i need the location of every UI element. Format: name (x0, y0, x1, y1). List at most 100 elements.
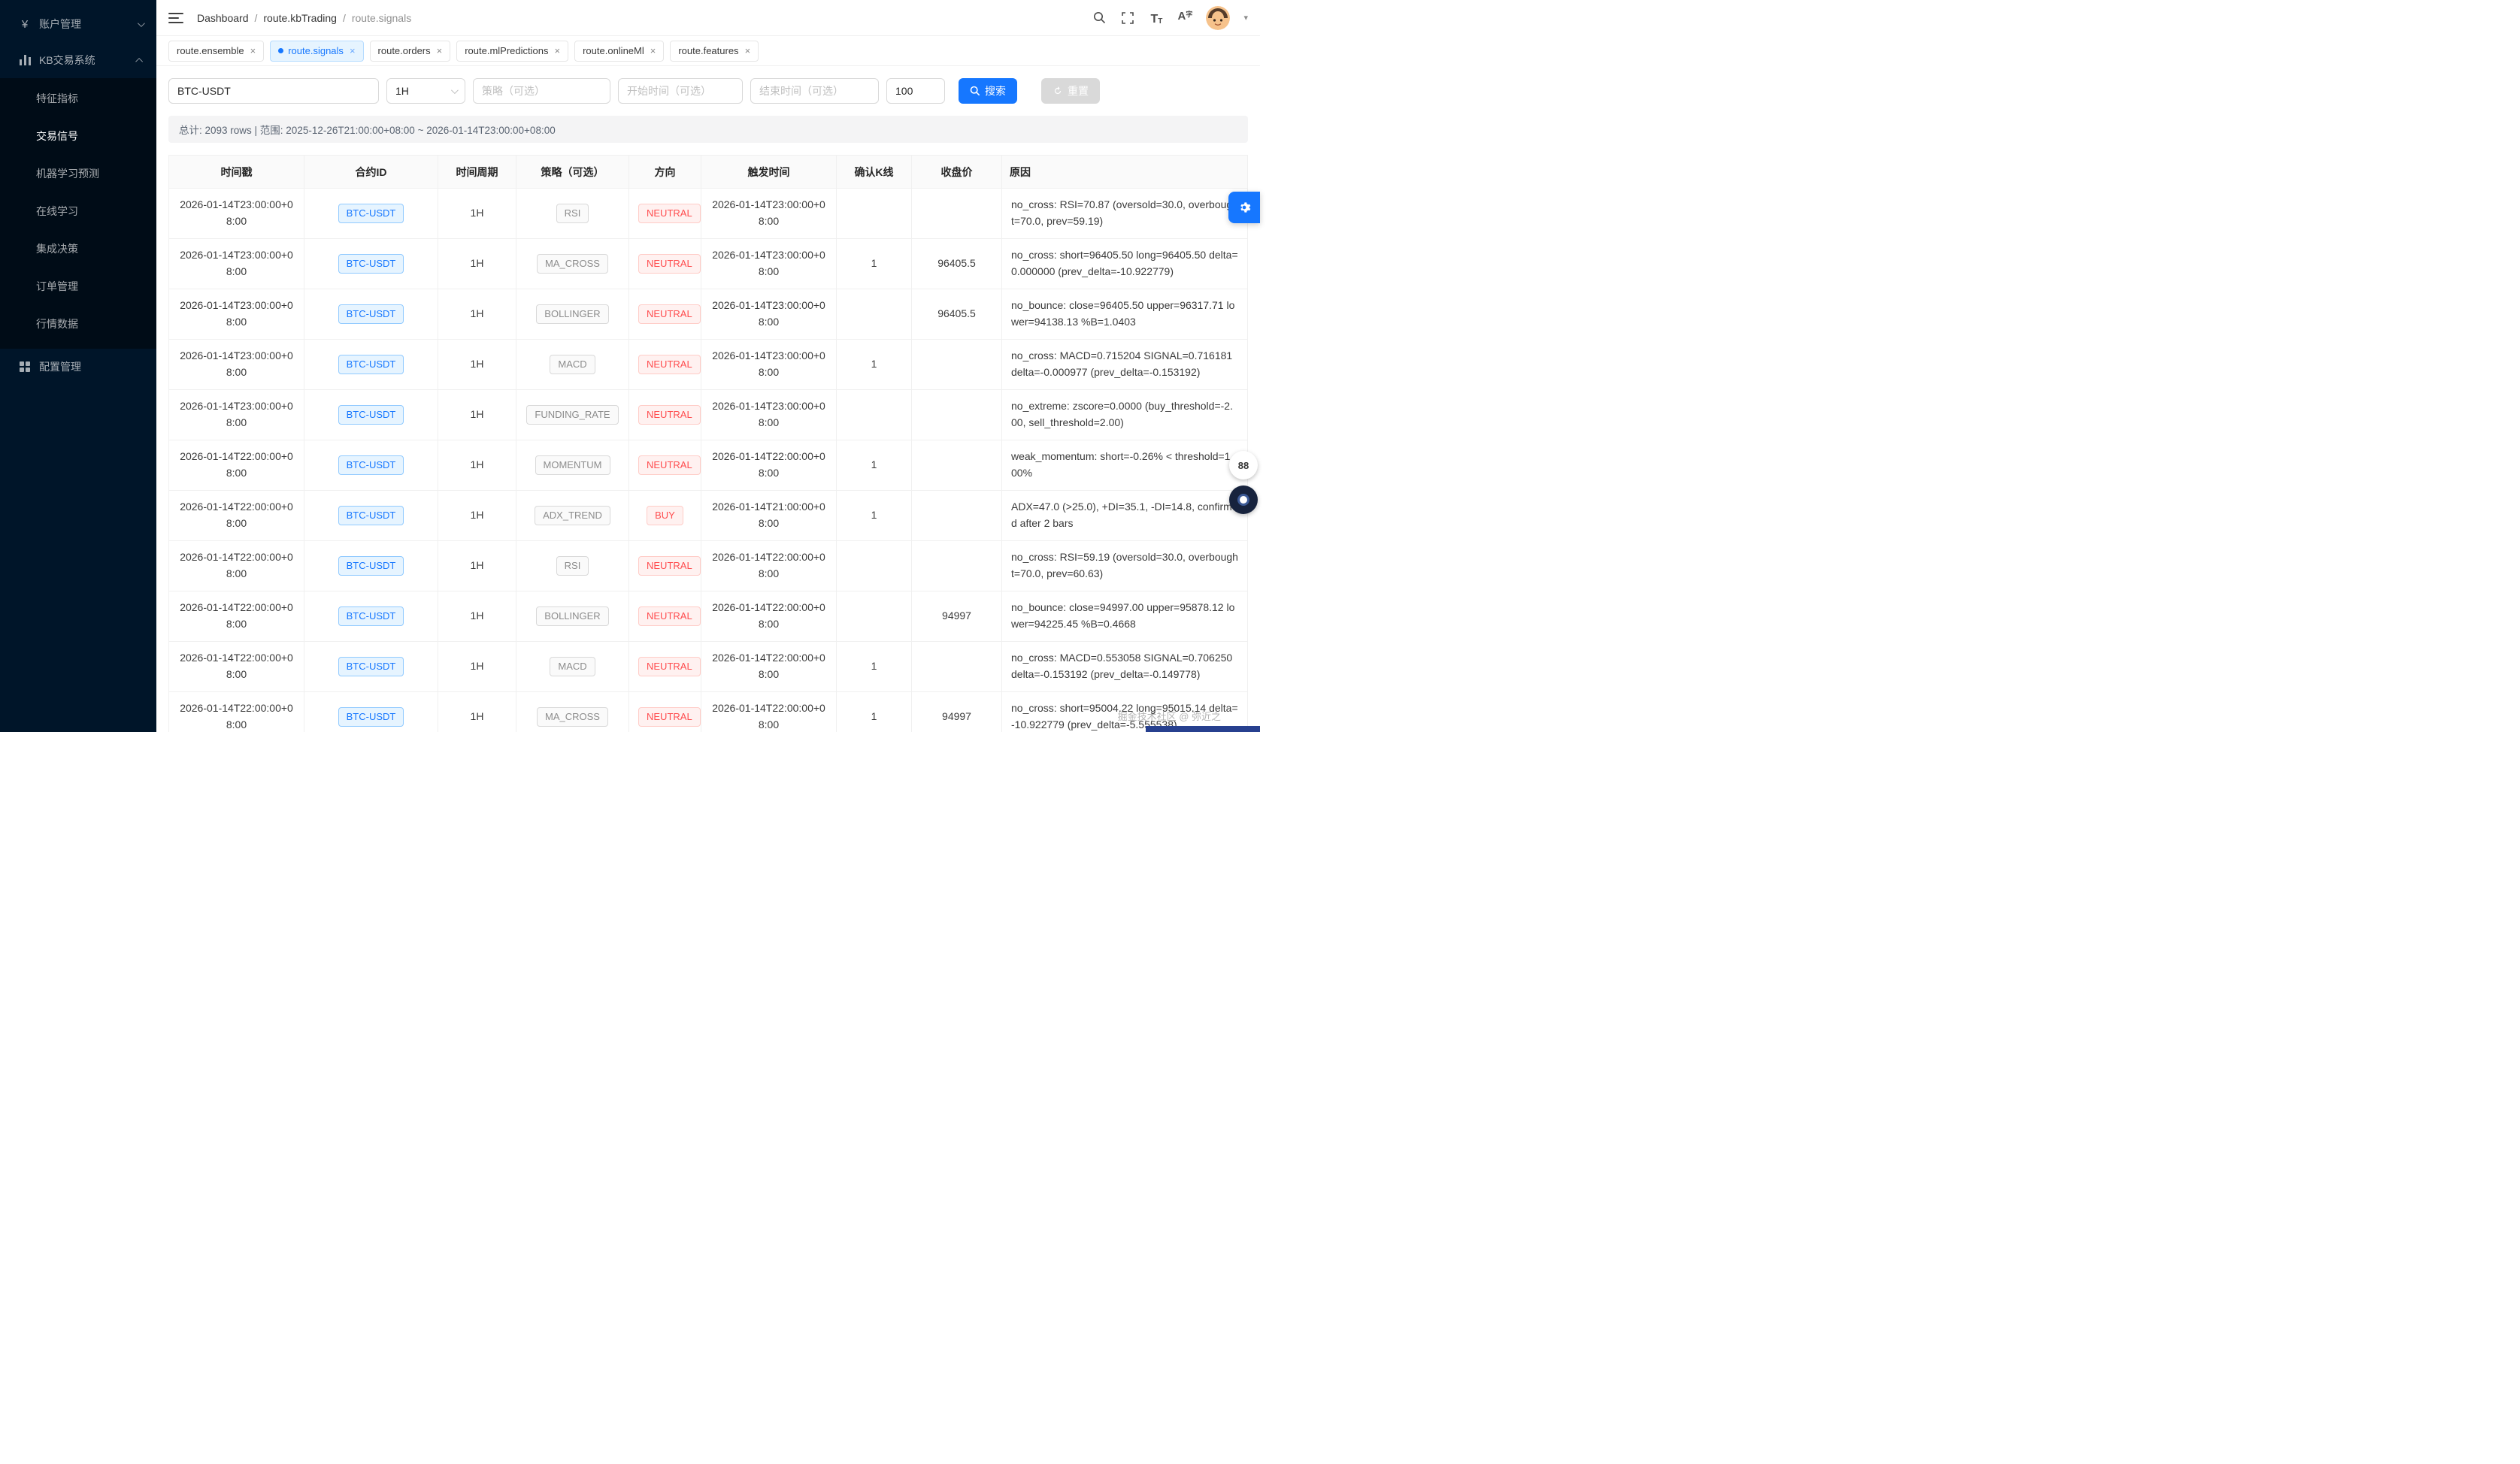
tab-close-icon[interactable]: × (437, 45, 443, 56)
font-size-icon[interactable]: TT (1149, 11, 1164, 26)
sidebar-item[interactable]: 行情数据 (0, 305, 156, 343)
cell-strategy: RSI (516, 541, 629, 591)
sidebar-item[interactable]: 订单管理 (0, 268, 156, 305)
cell-strategy: FUNDING_RATE (516, 390, 629, 440)
breadcrumb-dashboard[interactable]: Dashboard (197, 12, 249, 24)
menu-fold-icon[interactable] (168, 11, 183, 25)
tab-close-icon[interactable]: × (555, 45, 561, 56)
cell-period: 1H (438, 289, 516, 340)
sidebar-item[interactable]: 交易信号 (0, 117, 156, 155)
column-header: 时间戳 (169, 156, 304, 189)
cell-reason: no_extreme: zscore=0.0000 (buy_threshold… (1002, 390, 1248, 440)
cell-timestamp: 2026-01-14T23:00:00+08:00 (169, 289, 304, 340)
table-body: 2026-01-14T23:00:00+08:00 BTC-USDT 1H RSI NE… (169, 189, 1248, 733)
cell-close (912, 390, 1002, 440)
strategy-tag: MA_CROSS (537, 707, 608, 727)
cell-direction: NEUTRAL (629, 541, 701, 591)
tab-route.mlPredictions[interactable]: route.mlPredictions× (456, 41, 568, 62)
cell-timestamp: 2026-01-14T22:00:00+08:00 (169, 642, 304, 692)
tab-route.ensemble[interactable]: route.ensemble× (168, 41, 264, 62)
tab-route.onlineMl[interactable]: route.onlineMl× (574, 41, 664, 62)
strategy-tag: RSI (556, 556, 589, 576)
cell-contract: BTC-USDT (304, 591, 438, 642)
direction-tag: NEUTRAL (638, 304, 701, 325)
tab-route.orders[interactable]: route.orders× (370, 41, 451, 62)
tab-close-icon[interactable]: × (650, 45, 656, 56)
contract-tag[interactable]: BTC-USDT (338, 355, 404, 375)
strategy-tag: BOLLINGER (536, 606, 608, 627)
table-row: 2026-01-14T22:00:00+08:00BTC-USDT1HMACDN… (169, 642, 1248, 692)
tab-close-icon[interactable]: × (350, 45, 356, 56)
cell-trigger-time: 2026-01-14T22:00:00+08:00 (701, 440, 837, 491)
tab-close-icon[interactable]: × (250, 45, 256, 56)
breadcrumb-kbtrading[interactable]: route.kbTrading (263, 12, 337, 24)
contract-tag[interactable]: BTC-USDT (338, 455, 404, 476)
settings-drawer-button[interactable] (1228, 192, 1260, 223)
sidebar-item[interactable]: 集成决策 (0, 230, 156, 268)
cell-period: 1H (438, 491, 516, 541)
cell-direction: NEUTRAL (629, 440, 701, 491)
contract-tag[interactable]: BTC-USDT (338, 304, 404, 325)
direction-tag: NEUTRAL (638, 606, 701, 627)
strategy-input[interactable] (473, 78, 610, 104)
end-time-input[interactable] (750, 78, 879, 104)
column-header: 方向 (629, 156, 701, 189)
sidebar-item[interactable]: 特征指标 (0, 80, 156, 117)
cell-confirm (837, 390, 912, 440)
direction-tag: NEUTRAL (638, 707, 701, 727)
strategy-tag: MOMENTUM (535, 455, 610, 476)
contract-tag[interactable]: BTC-USDT (338, 405, 404, 425)
fullscreen-icon[interactable] (1120, 11, 1135, 26)
contract-tag[interactable]: BTC-USDT (338, 556, 404, 576)
contract-tag[interactable]: BTC-USDT (338, 657, 404, 677)
interval-value: 1H (395, 85, 409, 97)
search-button[interactable]: 搜索 (959, 78, 1017, 104)
strategy-tag: RSI (556, 204, 589, 224)
cell-trigger-time: 2026-01-14T23:00:00+08:00 (701, 239, 837, 289)
cell-confirm (837, 289, 912, 340)
strategy-tag: ADX_TREND (535, 506, 610, 526)
tab-close-icon[interactable]: × (745, 45, 751, 56)
sidebar-item-config[interactable]: 配置管理 (0, 349, 156, 385)
contract-tag[interactable]: BTC-USDT (338, 606, 404, 627)
translate-icon[interactable]: A字 (1177, 11, 1192, 26)
column-header: 收盘价 (912, 156, 1002, 189)
sidebar-group-kb-trading[interactable]: KB交易系统 (0, 42, 156, 78)
cell-timestamp: 2026-01-14T23:00:00+08:00 (169, 340, 304, 390)
sidebar-item[interactable]: 机器学习预测 (0, 155, 156, 192)
cell-trigger-time: 2026-01-14T22:00:00+08:00 (701, 692, 837, 733)
interval-select[interactable]: 1H (386, 78, 465, 104)
tab-route.features[interactable]: route.features× (670, 41, 759, 62)
direction-tag: NEUTRAL (638, 556, 701, 576)
contract-tag[interactable]: BTC-USDT (338, 204, 404, 224)
user-avatar[interactable] (1206, 6, 1230, 30)
sidebar-item-account[interactable]: ¥ 账户管理 (0, 6, 156, 42)
cell-trigger-time: 2026-01-14T22:00:00+08:00 (701, 591, 837, 642)
cell-confirm: 1 (837, 692, 912, 733)
search-icon[interactable] (1092, 11, 1107, 26)
cell-timestamp: 2026-01-14T22:00:00+08:00 (169, 692, 304, 733)
contract-tag[interactable]: BTC-USDT (338, 254, 404, 274)
sidebar-item[interactable]: 在线学习 (0, 192, 156, 230)
cell-timestamp: 2026-01-14T23:00:00+08:00 (169, 390, 304, 440)
contract-tag[interactable]: BTC-USDT (338, 506, 404, 526)
cell-trigger-time: 2026-01-14T22:00:00+08:00 (701, 541, 837, 591)
start-time-input[interactable] (618, 78, 743, 104)
breadcrumb-separator: / (343, 12, 346, 24)
symbol-input[interactable] (168, 78, 379, 104)
caret-down-icon[interactable]: ▾ (1243, 13, 1248, 23)
cell-contract: BTC-USDT (304, 541, 438, 591)
column-header: 确认K线 (837, 156, 912, 189)
limit-input[interactable] (886, 78, 945, 104)
contract-tag[interactable]: BTC-USDT (338, 707, 404, 727)
search-icon (970, 86, 980, 96)
cell-direction: BUY (629, 491, 701, 541)
float-widget-logo[interactable] (1229, 485, 1258, 514)
cell-close: 96405.5 (912, 289, 1002, 340)
cell-close (912, 440, 1002, 491)
tab-route.signals[interactable]: route.signals× (270, 41, 363, 62)
float-widget-badge[interactable]: 88 (1229, 451, 1258, 479)
reset-button[interactable]: 重置 (1041, 78, 1100, 104)
cell-contract: BTC-USDT (304, 390, 438, 440)
cell-direction: NEUTRAL (629, 289, 701, 340)
